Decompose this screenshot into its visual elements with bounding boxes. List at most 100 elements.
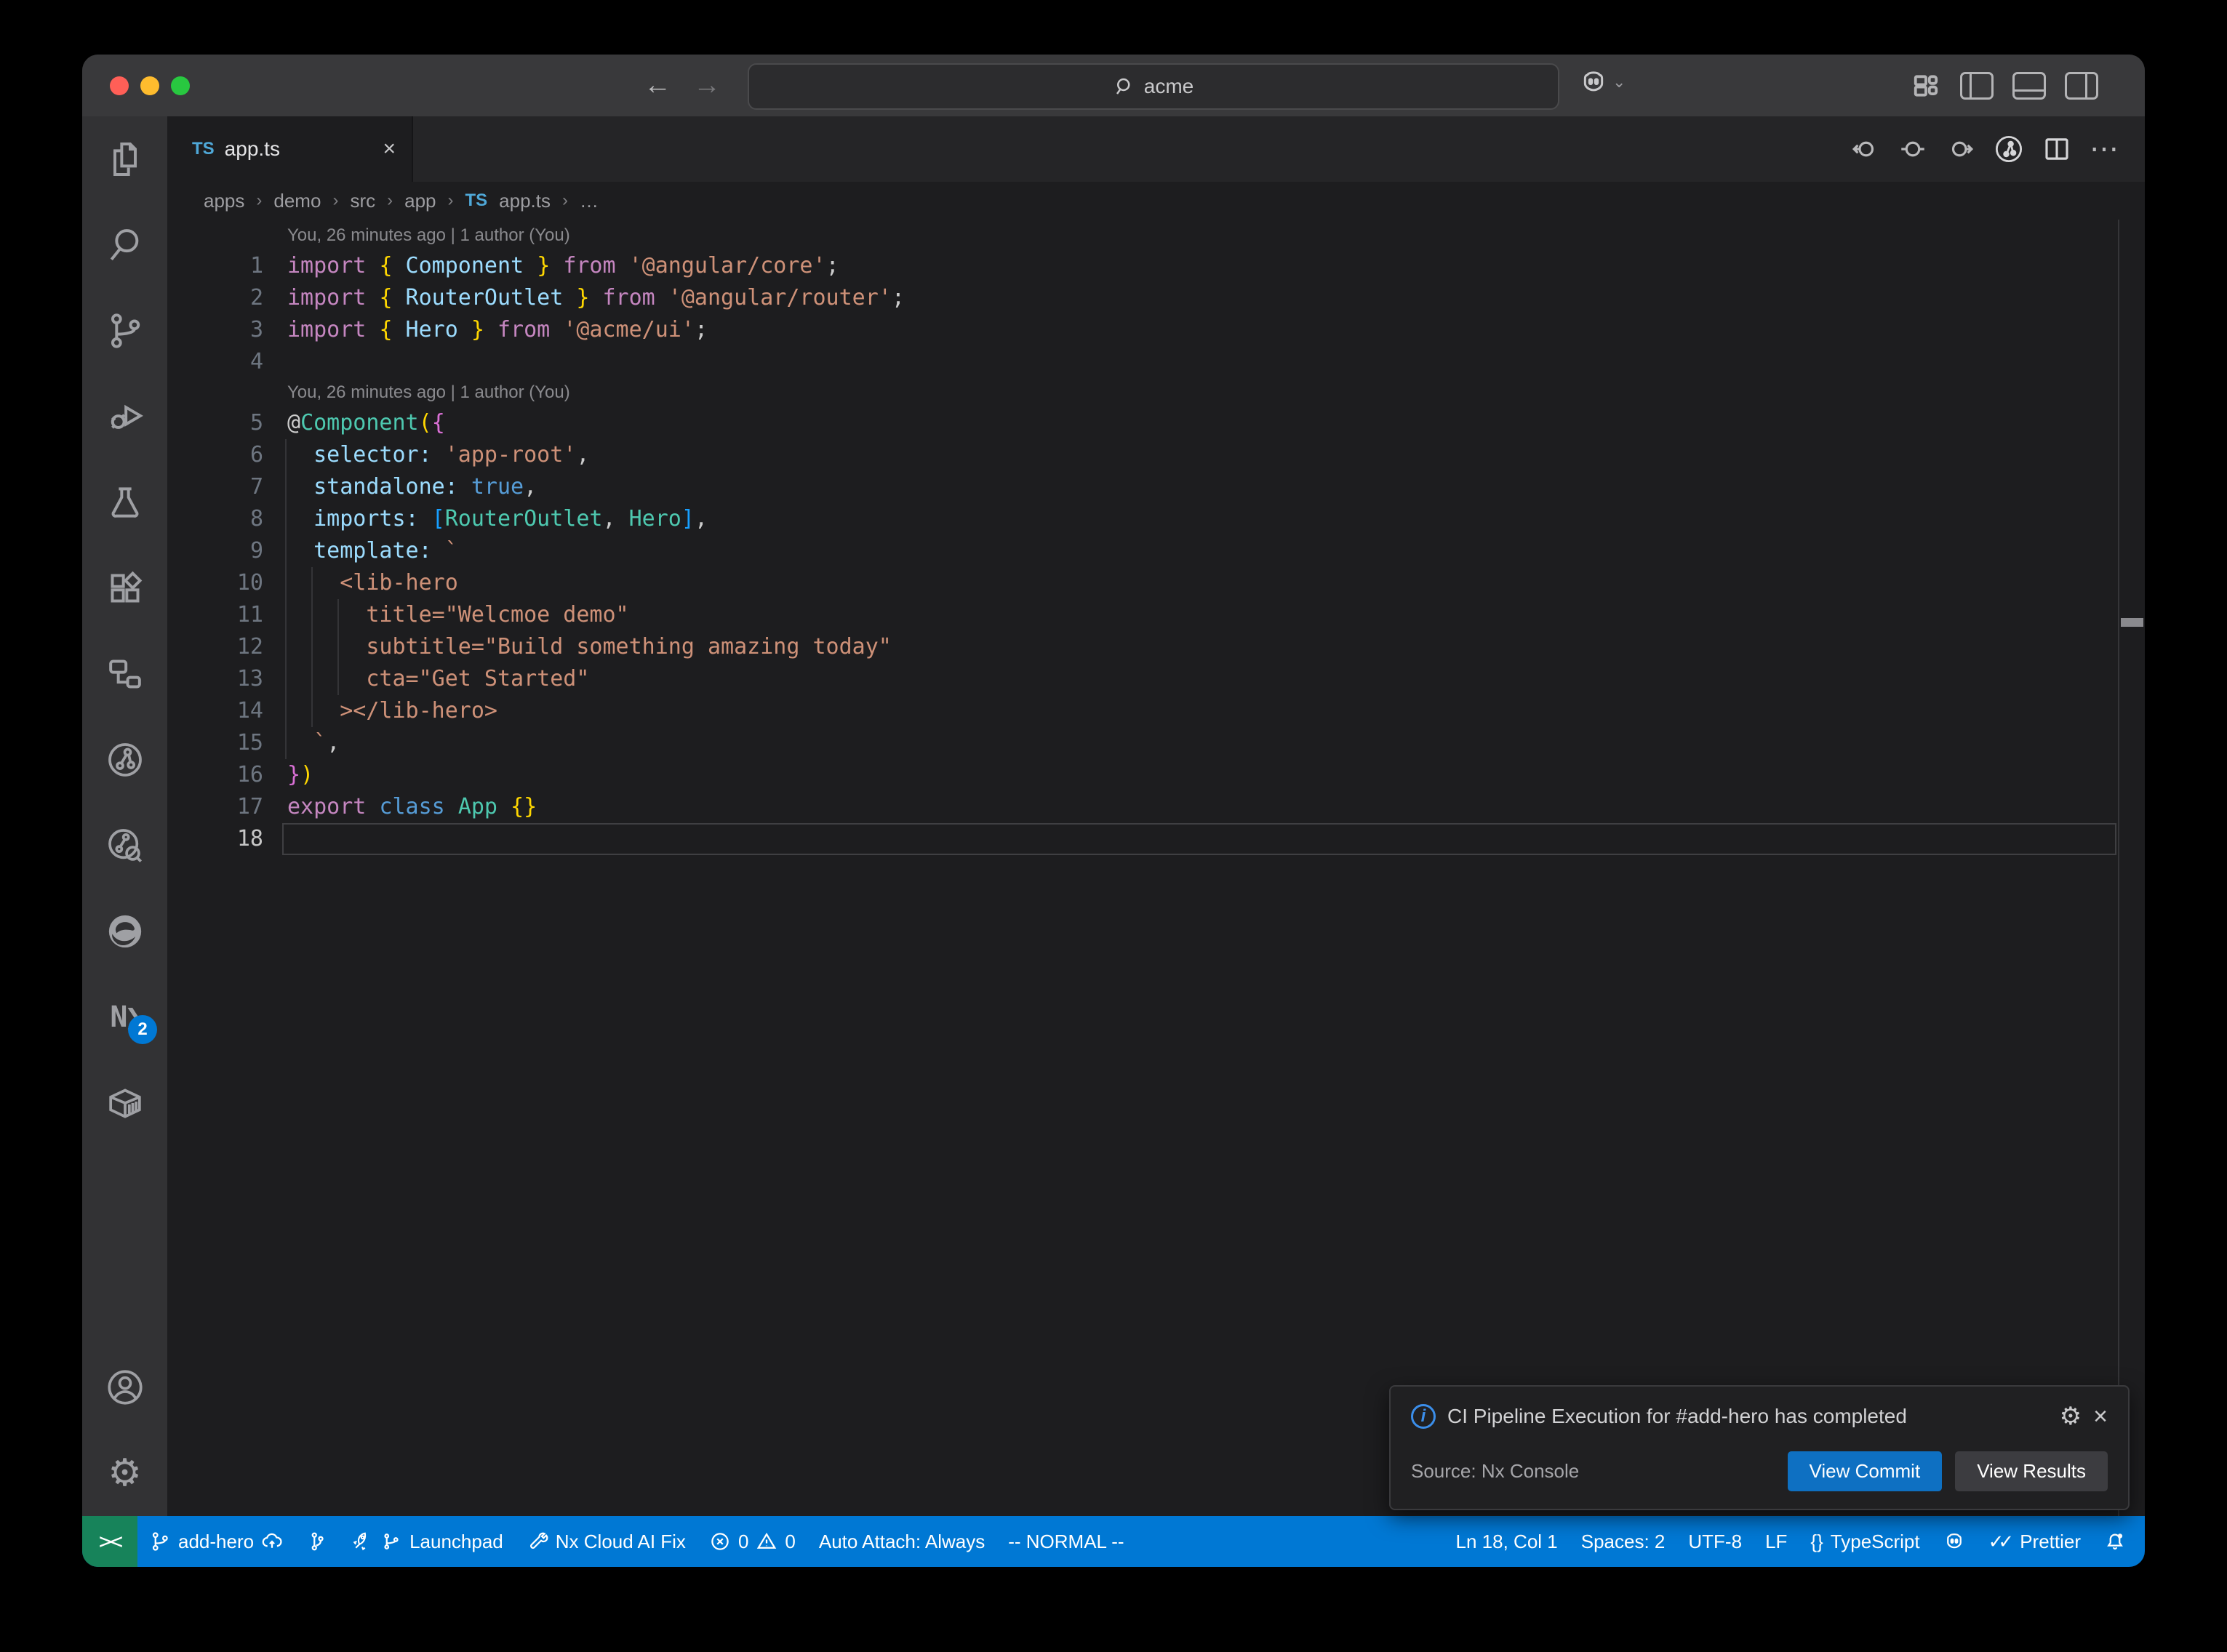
encoding-status[interactable]: UTF-8 [1676, 1516, 1754, 1567]
nav-forward-icon[interactable]: → [693, 70, 721, 101]
breadcrumb: apps › demo › src › app › TS app.ts › … [167, 182, 2145, 220]
eol-status[interactable]: LF [1754, 1516, 1799, 1567]
code-line-6[interactable]: 6 selector: 'app-root', [167, 439, 2119, 471]
vim-mode-label: -- NORMAL -- [1008, 1531, 1124, 1553]
code-line-18[interactable]: 18 [167, 823, 2119, 855]
line-number: 15 [167, 727, 263, 759]
line-number: 4 [167, 346, 263, 378]
sidebar-item-accounts[interactable] [82, 1344, 167, 1430]
indent-guide [285, 727, 287, 759]
toggle-primary-sidebar-button[interactable] [1960, 72, 1994, 100]
language-label: TypeScript [1831, 1531, 1920, 1553]
branch-name: add-hero [178, 1531, 254, 1553]
code-editor[interactable]: You, 26 minutes ago | 1 author (You)1imp… [167, 220, 2145, 1516]
overview-ruler[interactable] [2118, 220, 2145, 1516]
breadcrumb-file[interactable]: app.ts [499, 190, 551, 212]
extensions-icon [105, 568, 145, 609]
problems-status[interactable]: 0 0 [697, 1516, 807, 1567]
breadcrumb-symbol[interactable]: … [580, 190, 599, 212]
minimize-window-button[interactable] [140, 76, 159, 95]
line-number: 9 [167, 535, 263, 567]
close-window-button[interactable] [110, 76, 129, 95]
auto-attach-status[interactable]: Auto Attach: Always [807, 1516, 996, 1567]
code-line-9[interactable]: 9 template: ` [167, 535, 2119, 567]
notification-settings-icon[interactable]: ⚙ [2060, 1404, 2082, 1429]
indent-guide [285, 439, 287, 471]
code-line-14[interactable]: 14 ></lib-hero> [167, 695, 2119, 727]
copilot-menu[interactable]: ⌄ [1579, 68, 1626, 97]
cursor-position-status[interactable]: Ln 18, Col 1 [1444, 1516, 1570, 1567]
code-line-5[interactable]: 5@Component({ [167, 407, 2119, 439]
notifications-bell[interactable] [2092, 1516, 2138, 1567]
sidebar-item-source-control[interactable] [82, 288, 167, 374]
sidebar-item-explorer[interactable] [82, 116, 167, 202]
line-number: 14 [167, 695, 263, 727]
vim-mode-status[interactable]: -- NORMAL -- [996, 1516, 1135, 1567]
code-line-10[interactable]: 10 <lib-hero [167, 567, 2119, 599]
command-center-search[interactable]: acme [748, 63, 1559, 110]
code-line-13[interactable]: 13 cta="Get Started" [167, 663, 2119, 695]
tab-close-icon[interactable]: × [383, 137, 396, 161]
code-line-4[interactable]: 4 [167, 346, 2119, 378]
toggle-secondary-sidebar-button[interactable] [2065, 72, 2098, 100]
sidebar-item-run-debug[interactable] [82, 374, 167, 460]
nx-cloud-label: Nx Cloud AI Fix [556, 1531, 686, 1553]
tab-app-ts[interactable]: TS app.ts × [167, 116, 413, 182]
view-results-button[interactable]: View Results [1955, 1451, 2108, 1491]
line-text: import { Component } from '@angular/core… [287, 250, 839, 282]
code-line-15[interactable]: 15 `, [167, 727, 2119, 759]
codelens-annotation[interactable]: You, 26 minutes ago | 1 author (You) [167, 378, 2119, 407]
code-line-8[interactable]: 8 imports: [RouterOutlet, Hero], [167, 503, 2119, 535]
sidebar-item-nx-graph-search[interactable] [82, 803, 167, 889]
remote-indicator[interactable]: >< [82, 1516, 137, 1567]
indentation-status[interactable]: Spaces: 2 [1570, 1516, 1677, 1567]
code-line-16[interactable]: 16}) [167, 759, 2119, 791]
code-line-17[interactable]: 17export class App {} [167, 791, 2119, 823]
breadcrumb-apps[interactable]: apps [204, 190, 244, 212]
code-line-7[interactable]: 7 standalone: true, [167, 471, 2119, 503]
toggle-panel-button[interactable] [2012, 72, 2046, 100]
codelens-annotation[interactable]: You, 26 minutes ago | 1 author (You) [167, 221, 2119, 250]
run-back-icon[interactable] [1850, 134, 1880, 164]
error-icon [709, 1531, 731, 1552]
typescript-file-icon: TS [192, 139, 215, 159]
sidebar-item-search[interactable] [82, 202, 167, 288]
code-line-3[interactable]: 3import { Hero } from '@acme/ui'; [167, 314, 2119, 346]
run-node-icon[interactable] [1898, 134, 1928, 164]
typescript-file-icon: TS [465, 191, 488, 211]
code-line-11[interactable]: 11 title="Welcmoe demo" [167, 599, 2119, 631]
line-text: import { RouterOutlet } from '@angular/r… [287, 282, 905, 314]
sidebar-item-settings[interactable]: ⚙ [82, 1430, 167, 1516]
sidebar-item-nx-console[interactable]: N❯ 2 [82, 974, 167, 1060]
source-control-graph-button[interactable] [295, 1516, 340, 1567]
sidebar-item-edge-browser[interactable] [82, 889, 167, 974]
customize-layout-button[interactable] [1911, 72, 1941, 100]
nav-back-icon[interactable]: ← [644, 70, 671, 101]
sidebar-item-nx-graph[interactable] [82, 717, 167, 803]
nx-graph-circle-icon[interactable] [1994, 134, 2024, 164]
code-line-12[interactable]: 12 subtitle="Build something amazing tod… [167, 631, 2119, 663]
split-editor-icon[interactable] [2042, 134, 2072, 164]
view-commit-button[interactable]: View Commit [1788, 1451, 1943, 1491]
indent-guide [285, 567, 287, 599]
code-line-2[interactable]: 2import { RouterOutlet } from '@angular/… [167, 282, 2119, 314]
run-forward-icon[interactable] [1946, 134, 1976, 164]
formatter-status[interactable]: ✓✓ Prettier [1977, 1516, 2092, 1567]
code-line-1[interactable]: 1import { Component } from '@angular/cor… [167, 250, 2119, 282]
launchpad-button[interactable]: Launchpad [340, 1516, 515, 1567]
breadcrumb-demo[interactable]: demo [273, 190, 321, 212]
git-branch-status[interactable]: add-hero [137, 1516, 295, 1567]
copilot-status[interactable] [1932, 1516, 1977, 1567]
sidebar-item-containers[interactable] [82, 1060, 167, 1146]
breadcrumb-src[interactable]: src [350, 190, 375, 212]
more-actions-icon[interactable]: ⋯ [2090, 132, 2120, 166]
notification-close-icon[interactable]: × [2093, 1404, 2108, 1429]
breadcrumb-app[interactable]: app [404, 190, 436, 212]
sidebar-item-extensions[interactable] [82, 545, 167, 631]
vscode-window: ← → acme ⌄ [82, 55, 2145, 1567]
nx-cloud-ai-fix-button[interactable]: Nx Cloud AI Fix [515, 1516, 697, 1567]
sidebar-item-testing[interactable] [82, 460, 167, 545]
zoom-window-button[interactable] [171, 76, 190, 95]
language-mode-status[interactable]: {} TypeScript [1799, 1516, 1931, 1567]
sidebar-item-flowchart[interactable] [82, 631, 167, 717]
